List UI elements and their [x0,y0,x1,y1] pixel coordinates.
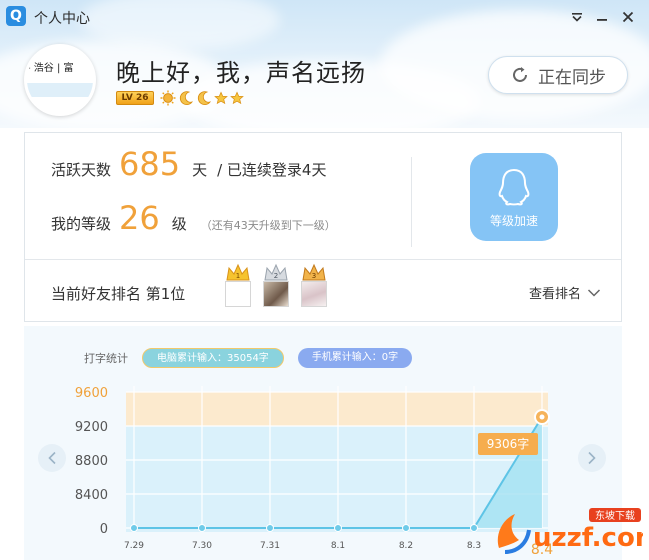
x-tick-label: 8.2 [399,541,413,551]
prev-page-button[interactable] [38,444,66,472]
active-days-unit: 天 [192,161,208,179]
value-tooltip-text: 9306字 [487,436,530,451]
active-days-row: 活跃天数 685 天 / 已连续登录4天 [51,145,326,183]
horizontal-divider [25,259,621,260]
level-icons [160,90,244,110]
rank-2-friend[interactable]: 2 [263,263,291,311]
x-tick-label: 7.30 [192,541,212,551]
star-icon [214,90,228,110]
level-speedup-button[interactable]: 等级加速 [470,153,558,241]
pc-input-toggle[interactable]: 电脑累计输入：35054字 [142,348,284,368]
dropdown-menu-button[interactable] [566,6,588,28]
data-point [402,523,410,532]
y-tick-label: 8800 [75,454,108,469]
friend-avatar [301,281,327,307]
moon-icon [178,90,194,110]
level-row: 我的等级 26 级 （还有43天升级到下一级） [51,199,336,237]
vertical-divider [411,157,412,247]
x-tick-label: 8.1 [331,541,345,551]
x-tick-label: 7.31 [260,541,280,551]
personal-center-window: Q 个人中心 - 浩谷 | 富 晚上好，我，声名远扬 LV 26 正在同步 活跃… [0,0,649,560]
data-point [130,524,138,532]
svg-text:1: 1 [236,272,240,280]
window-title: 个人中心 [34,11,90,27]
y-tick-label: 0 [100,522,108,537]
star-icon [230,90,244,110]
rank-1-friend[interactable]: 1 [225,263,253,311]
close-button[interactable] [617,6,639,28]
minimize-button[interactable] [591,6,613,28]
y-tick-label: 9600 [75,386,108,401]
level-hint: （还有43天升级到下一级） [200,219,336,232]
greeting-text: 晚上好，我，声名远扬 [116,59,366,87]
chart-header: 打字统计 电脑累计输入：35054字 手机累计输入：0字 [84,348,413,368]
level-value: 26 [119,199,160,237]
bronze-crown-icon: 3 [302,263,326,281]
sync-icon [513,67,527,82]
chevron-down-icon [587,288,601,297]
title-bar: Q 个人中心 [0,0,649,34]
sync-button[interactable]: 正在同步 [488,56,628,94]
silver-crown-icon: 2 [264,263,288,281]
active-days-value: 685 [119,145,181,183]
data-point [198,524,206,532]
gold-crown-icon: 1 [226,263,250,281]
highlight-band [126,392,548,426]
friend-avatar [263,281,289,307]
svg-text:东坡下载: 东坡下载 [595,509,635,522]
chevron-left-icon [48,451,56,465]
x-tick-label: 8.3 [467,541,481,551]
rank-3-friend[interactable]: 3 [301,263,329,311]
header-banner: Q 个人中心 - 浩谷 | 富 晚上好，我，声名远扬 LV 26 正在同步 [0,0,649,128]
close-icon [622,11,634,23]
active-days-label: 活跃天数 [51,161,112,179]
y-tick-label: 8400 [75,488,108,503]
level-speedup-label: 等级加速 [489,214,538,228]
view-ranking-button[interactable]: 查看排名 [529,283,601,302]
avatar[interactable]: - 浩谷 | 富 [24,44,96,116]
minimize-icon [597,19,607,21]
chart-title: 打字统计 [84,352,128,365]
chevron-down-icon [572,13,582,22]
friend-avatar [225,281,251,307]
friend-rank-text: 当前好友排名 第1位 [51,285,186,303]
next-page-button[interactable] [578,444,606,472]
svg-text:uzzf.com: uzzf.com [533,523,643,553]
y-tick-label: 9200 [75,420,108,435]
level-unit: 级 [171,215,187,233]
svg-text:2: 2 [274,272,278,280]
login-streak-text: / 已连续登录4天 [217,161,327,179]
data-point [266,524,274,532]
qq-logo-icon: Q [6,6,26,26]
stats-card: 活跃天数 685 天 / 已连续登录4天 我的等级 26 级 （还有43天升级到… [24,132,622,322]
svg-text:3: 3 [312,272,316,280]
mobile-input-toggle[interactable]: 手机累计输入：0字 [297,348,413,368]
penguin-icon [498,168,530,206]
level-badge: LV 26 [116,91,154,105]
level-label: 我的等级 [51,215,112,233]
watermark: 东坡下载 uzzf.com [493,500,643,556]
data-point [334,523,342,532]
sun-icon [160,90,176,110]
x-tick-label: 7.29 [124,541,144,551]
data-point [470,523,478,532]
avatar-caption: - 浩谷 | 富 [27,63,74,74]
data-point-highlight-core [539,414,545,420]
uzzf-logo-icon: 东坡下载 uzzf.com [497,508,643,554]
view-ranking-label: 查看排名 [529,287,582,302]
sync-label: 正在同步 [538,67,606,88]
chevron-right-icon [588,451,596,465]
moon-icon [196,90,212,110]
